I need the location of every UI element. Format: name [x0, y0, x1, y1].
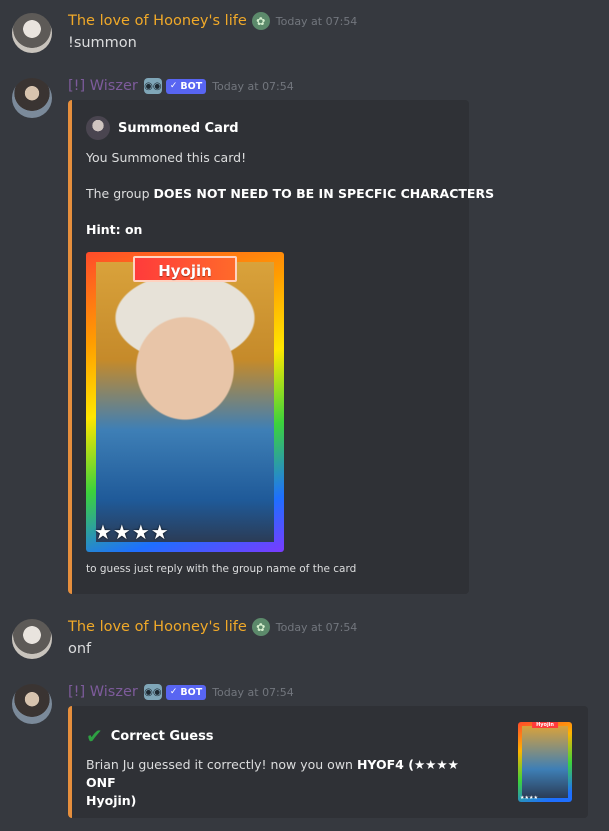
robot-icon: ◉◉ — [143, 78, 162, 94]
embed-line-hint: Hint: on — [86, 222, 143, 237]
message-text: !summon — [68, 35, 137, 51]
card-photo — [96, 262, 274, 542]
thumbnail-name-label: Hyojin — [532, 722, 558, 728]
embed-line-result: Brian Ju guessed it correctly! now you o… — [86, 757, 459, 808]
embed-author-name: Summoned Card — [118, 120, 239, 136]
timestamp: Today at 07:54 — [212, 685, 294, 699]
timestamp: Today at 07:54 — [275, 620, 358, 634]
verified-check-icon: ✓ — [169, 687, 178, 697]
summoned-card-embed: Summoned Card You Summoned this card! Th… — [68, 100, 494, 594]
embed-line-group: The group DOES NOT NEED TO BE IN SPECFIC… — [86, 186, 495, 201]
card-name-label: Hyojin — [133, 256, 237, 282]
embed-line-summoned: You Summoned this card! — [86, 150, 247, 165]
card-image[interactable]: Hyojin ★★★★ — [86, 252, 284, 552]
bot-avatar[interactable] — [12, 78, 52, 118]
bot-tag: ✓ BOT — [165, 78, 207, 94]
username[interactable]: The love of Hooney's life — [68, 13, 247, 29]
message-text: onf — [68, 641, 92, 657]
bot-username[interactable]: [!] Wiszer — [68, 78, 138, 94]
timestamp: Today at 07:54 — [212, 79, 294, 93]
embed-title: Correct Guess — [110, 728, 214, 744]
verified-check-icon: ✓ — [169, 81, 178, 91]
clover-badge-icon: ✿ — [251, 618, 270, 636]
card-star-rating: ★★★★ — [94, 520, 170, 544]
checkmark-icon: ✔ — [86, 724, 103, 748]
user-avatar[interactable] — [12, 619, 52, 659]
username[interactable]: The love of Hooney's life — [68, 619, 247, 635]
thumbnail-star-rating: ★★★★ — [520, 795, 538, 801]
correct-guess-embed: ✔ Correct Guess Brian Ju guessed it corr… — [68, 706, 588, 818]
timestamp: Today at 07:54 — [275, 14, 358, 28]
card-thumbnail[interactable]: Hyojin ★★★★ — [518, 722, 572, 802]
bot-avatar[interactable] — [12, 684, 52, 724]
bot-tag: ✓ BOT — [165, 684, 207, 700]
thumbnail-photo — [522, 726, 568, 798]
embed-footer: to guess just reply with the group name … — [86, 563, 357, 575]
robot-icon: ◉◉ — [143, 684, 162, 700]
bot-username[interactable]: [!] Wiszer — [68, 684, 138, 700]
embed-author-avatar — [86, 116, 110, 140]
clover-badge-icon: ✿ — [251, 12, 270, 30]
user-avatar[interactable] — [12, 13, 52, 53]
